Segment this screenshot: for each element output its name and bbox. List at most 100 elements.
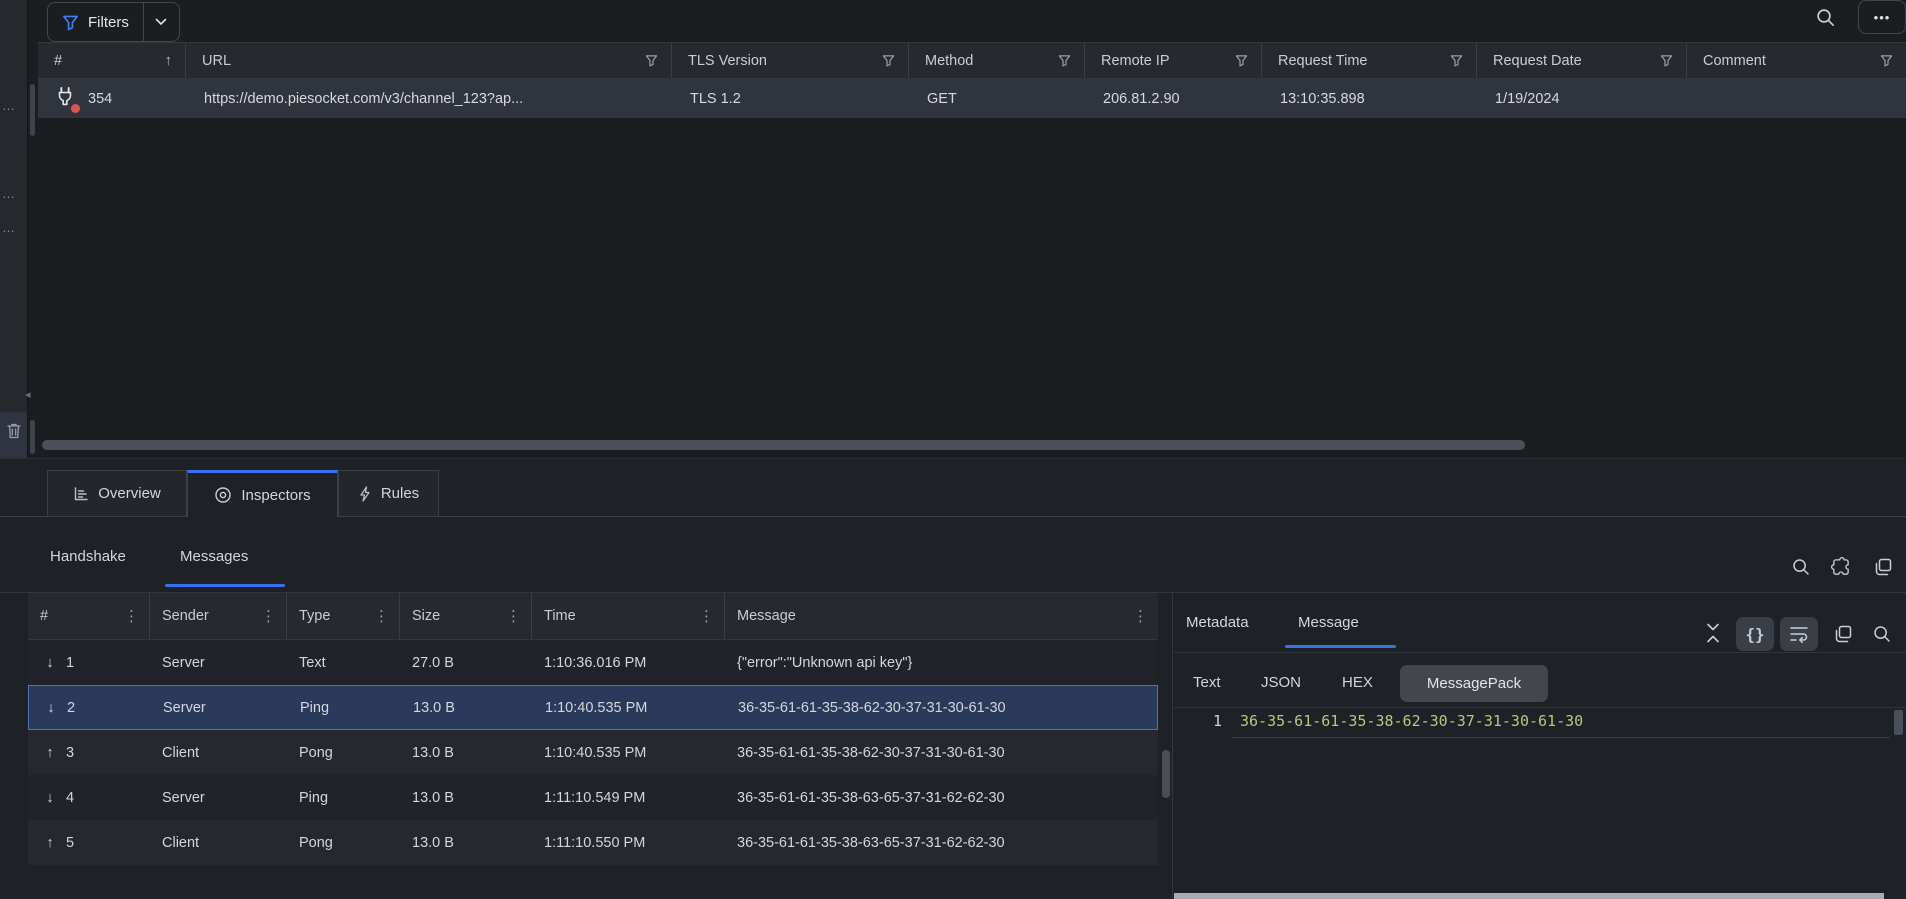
search-messages-button[interactable]: [1789, 555, 1813, 579]
table-vertical-scrollbar-thumb[interactable]: [30, 84, 35, 136]
msg-size: 13.0 B: [413, 686, 523, 729]
format-option-hex[interactable]: HEX: [1342, 674, 1373, 691]
column-menu-icon[interactable]: ⋮: [124, 607, 139, 625]
subtab-messages[interactable]: Messages: [180, 548, 248, 565]
format-label: MessagePack: [1427, 675, 1521, 692]
request-remote-ip: 206.81.2.90: [1103, 79, 1258, 118]
msg-column-type[interactable]: Type ⋮: [287, 593, 400, 639]
filter-funnel-icon[interactable]: [882, 54, 895, 67]
column-label: Method: [925, 53, 973, 69]
column-label: Request Date: [1493, 53, 1582, 69]
column-label: #: [54, 53, 62, 69]
message-row-4[interactable]: ↓ 4 Server Ping 13.0 B 1:11:10.549 PM 36…: [28, 775, 1158, 820]
message-row-5[interactable]: ↑ 5 Client Pong 13.0 B 1:11:10.550 PM 36…: [28, 820, 1158, 865]
trash-panel-button[interactable]: [0, 412, 28, 462]
column-menu-icon[interactable]: ⋮: [699, 607, 714, 625]
sidebar-item-collapsed-1[interactable]: …: [2, 98, 26, 113]
filter-funnel-icon[interactable]: [1235, 54, 1248, 67]
more-options-button[interactable]: •••: [1858, 0, 1906, 34]
detail-tab-metadata[interactable]: Metadata: [1186, 614, 1249, 631]
msg-column-number[interactable]: # ⋮: [28, 593, 150, 639]
msg-message: 36-35-61-61-35-38-63-65-37-31-62-62-30: [737, 820, 1157, 865]
subtab-handshake[interactable]: Handshake: [50, 548, 126, 565]
column-header-request-time[interactable]: Request Time: [1262, 43, 1477, 78]
search-icon: [1872, 624, 1892, 644]
tab-overview[interactable]: Overview: [47, 470, 187, 517]
filter-funnel-icon[interactable]: [1880, 54, 1893, 67]
tab-label: Inspectors: [241, 487, 310, 504]
filter-funnel-icon[interactable]: [1058, 54, 1071, 67]
message-row-3[interactable]: ↑ 3 Client Pong 13.0 B 1:10:40.535 PM 36…: [28, 730, 1158, 775]
collapse-content-button[interactable]: [1700, 620, 1726, 646]
gutter-scrollbar-thumb[interactable]: [30, 420, 35, 454]
format-option-text[interactable]: Text: [1193, 674, 1221, 691]
filter-funnel-icon[interactable]: [645, 54, 658, 67]
collapse-panel-arrow-icon[interactable]: ◂: [25, 388, 31, 401]
messages-vscrollbar-thumb[interactable]: [1162, 750, 1170, 798]
column-label: Remote IP: [1101, 53, 1170, 69]
column-header-number[interactable]: # ↑: [38, 43, 186, 78]
detail-tab-message[interactable]: Message: [1298, 614, 1359, 631]
word-wrap-button[interactable]: [1780, 617, 1818, 651]
search-sessions-button[interactable]: [1813, 5, 1837, 29]
column-menu-icon[interactable]: ⋮: [261, 607, 276, 625]
msg-number: 1: [66, 640, 136, 685]
msg-sender: Client: [162, 820, 282, 865]
column-header-tls-version[interactable]: TLS Version: [672, 43, 909, 78]
msg-time: 1:10:40.535 PM: [544, 730, 719, 775]
plugins-button[interactable]: [1828, 555, 1852, 579]
editor-hscrollbar-thumb[interactable]: [1174, 893, 1884, 899]
request-time: 13:10:35.898: [1280, 79, 1470, 118]
column-header-remote-ip[interactable]: Remote IP: [1085, 43, 1262, 78]
editor-divider: [1174, 707, 1906, 708]
msg-time: 1:11:10.550 PM: [544, 820, 719, 865]
editor-line-content[interactable]: 36-35-61-61-35-38-62-30-37-31-30-61-30: [1240, 712, 1583, 730]
editor-vscrollbar-thumb[interactable]: [1894, 710, 1903, 735]
detail-panel-divider[interactable]: [1172, 593, 1173, 899]
filters-button-main[interactable]: Filters: [48, 3, 143, 41]
msg-number: 4: [66, 775, 136, 820]
filter-funnel-icon[interactable]: [1660, 54, 1673, 67]
request-row-354[interactable]: 354 https://demo.piesocket.com/v3/channe…: [38, 79, 1906, 118]
tab-label: Overview: [98, 485, 161, 502]
column-label: TLS Version: [688, 53, 767, 69]
message-row-2-selected[interactable]: ↓ 2 Server Ping 13.0 B 1:10:40.535 PM 36…: [28, 685, 1158, 730]
tab-rules[interactable]: Rules: [338, 470, 439, 517]
msg-column-sender[interactable]: Sender ⋮: [150, 593, 287, 639]
msg-sender: Server: [163, 686, 283, 729]
tab-inspectors[interactable]: Inspectors: [187, 470, 338, 517]
msg-message: 36-35-61-61-35-38-62-30-37-31-30-61-30: [738, 686, 1158, 729]
column-menu-icon[interactable]: ⋮: [1133, 607, 1148, 625]
filter-funnel-icon[interactable]: [1450, 54, 1463, 67]
msg-size: 13.0 B: [412, 820, 522, 865]
column-menu-icon[interactable]: ⋮: [374, 607, 389, 625]
sidebar-item-collapsed-3[interactable]: …: [2, 220, 26, 235]
requests-hscrollbar-thumb[interactable]: [42, 440, 1525, 450]
format-option-messagepack-selected[interactable]: MessagePack: [1400, 665, 1548, 702]
copy-content-button[interactable]: [1831, 622, 1855, 646]
puzzle-icon: [1830, 557, 1851, 578]
message-row-1[interactable]: ↓ 1 Server Text 27.0 B 1:10:36.016 PM {"…: [28, 640, 1158, 685]
column-label: Comment: [1703, 53, 1766, 69]
sidebar-item-collapsed-2[interactable]: …: [2, 186, 26, 201]
format-option-json[interactable]: JSON: [1261, 674, 1301, 691]
format-braces-button[interactable]: {}: [1736, 617, 1774, 651]
column-header-request-date[interactable]: Request Date: [1477, 43, 1687, 78]
filters-button[interactable]: Filters: [47, 2, 180, 42]
msg-column-message[interactable]: Message ⋮: [725, 593, 1158, 639]
msg-time: 1:10:36.016 PM: [544, 640, 719, 685]
column-menu-icon[interactable]: ⋮: [506, 607, 521, 625]
filters-dropdown-button[interactable]: [143, 3, 179, 41]
column-header-url[interactable]: URL: [186, 43, 672, 78]
msg-column-time[interactable]: Time ⋮: [532, 593, 725, 639]
column-header-comment[interactable]: Comment: [1687, 43, 1906, 78]
sort-ascending-icon[interactable]: ↑: [165, 52, 173, 69]
column-header-method[interactable]: Method: [909, 43, 1085, 78]
copy-messages-button[interactable]: [1871, 555, 1895, 579]
msg-message: 36-35-61-61-35-38-62-30-37-31-30-61-30: [737, 730, 1157, 775]
search-content-button[interactable]: [1870, 622, 1894, 646]
msg-sender: Server: [162, 640, 282, 685]
msg-column-size[interactable]: Size ⋮: [400, 593, 532, 639]
copy-icon: [1833, 624, 1853, 644]
request-method: GET: [927, 79, 1077, 118]
